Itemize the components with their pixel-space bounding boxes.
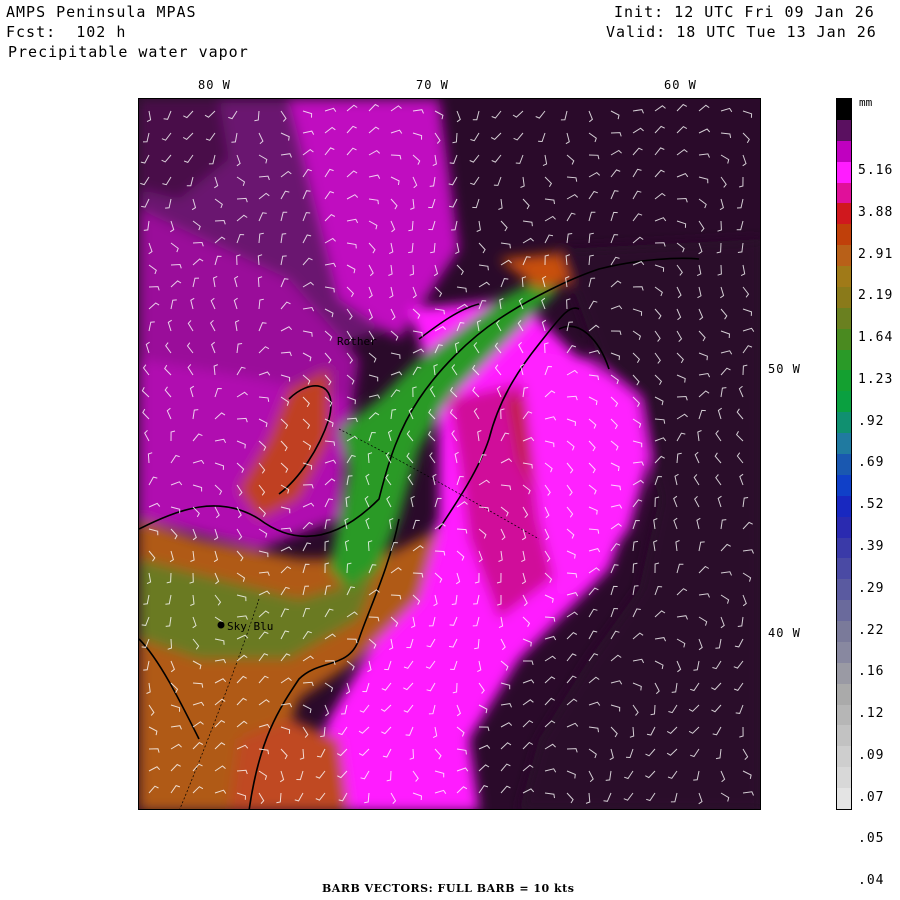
legend-swatch	[837, 788, 851, 810]
legend-label: 3.88	[858, 204, 894, 220]
legend-label: .09	[858, 747, 885, 763]
lon-label-60w: 60 W	[664, 78, 697, 92]
legend-label: .29	[858, 580, 885, 596]
legend-swatch	[837, 224, 851, 246]
legend-label: 2.19	[858, 288, 894, 304]
legend-label: 1.23	[858, 371, 894, 387]
map-canvas: Rother Sky Blu	[139, 99, 760, 809]
legend-swatch	[837, 558, 851, 580]
legend-swatch	[837, 600, 851, 622]
legend-swatch	[837, 328, 851, 351]
legend-swatch	[837, 370, 851, 392]
lat-label-40w: 40 W	[768, 626, 801, 640]
barb-vector-note: BARB VECTORS: FULL BARB = 10 kts	[322, 882, 575, 895]
forecast-hour: Fcst: 102 h	[6, 23, 127, 41]
legend-swatch	[837, 579, 851, 601]
legend-label: .22	[858, 622, 885, 638]
legend-label: .16	[858, 664, 885, 680]
legend-swatch	[837, 662, 851, 685]
legend-swatch	[837, 266, 851, 288]
legend-label: .05	[858, 831, 885, 847]
legend-label: .39	[858, 538, 885, 554]
lon-label-80w: 80 W	[198, 78, 231, 92]
legend-swatch	[837, 683, 851, 706]
legend-label: 1.64	[858, 330, 894, 346]
legend-swatch	[837, 412, 851, 434]
legend-swatch	[837, 516, 851, 539]
legend-label: .92	[858, 413, 885, 429]
legend-swatch	[837, 245, 851, 267]
legend-swatch	[837, 119, 851, 142]
legend-swatch	[837, 349, 851, 371]
legend-swatch	[837, 286, 851, 309]
station-sky-blu-marker	[217, 621, 225, 629]
station-sky-blu-label: Sky Blu	[227, 620, 273, 633]
legend-swatch	[837, 99, 851, 121]
station-rother-label: Rother	[337, 335, 377, 348]
legend-swatch	[837, 641, 851, 664]
legend-label: .12	[858, 706, 885, 722]
legend-swatch	[837, 704, 851, 726]
legend-swatch	[837, 767, 851, 789]
lat-label-50w: 50 W	[768, 362, 801, 376]
legend-swatch	[837, 203, 851, 225]
legend-unit: mm	[859, 96, 873, 109]
legend-swatch	[837, 537, 851, 559]
station-rother[interactable]: Rother	[337, 335, 377, 348]
legend-label: .69	[858, 455, 885, 471]
field-name: Precipitable water vapor	[8, 43, 249, 61]
legend-label: .04	[858, 873, 885, 889]
legend-swatch	[837, 621, 851, 643]
legend-label: .07	[858, 789, 885, 805]
legend-swatch	[837, 433, 851, 455]
legend-swatch	[837, 391, 851, 413]
legend-swatch	[837, 474, 851, 497]
valid-time: Valid: 18 UTC Tue 13 Jan 26	[606, 23, 877, 41]
legend-swatch	[837, 495, 851, 518]
legend-swatch	[837, 307, 851, 330]
model-name: AMPS Peninsula MPAS	[6, 3, 197, 21]
legend-swatch	[837, 182, 851, 204]
legend-swatch	[837, 746, 851, 768]
color-legend	[836, 98, 852, 810]
legend-label: 2.91	[858, 246, 894, 262]
lon-label-70w: 70 W	[416, 78, 449, 92]
map-panel[interactable]: Rother Sky Blu	[138, 98, 761, 810]
legend-swatch	[837, 454, 851, 476]
legend-swatch	[837, 140, 851, 163]
legend-swatch	[837, 725, 851, 747]
legend-label: 5.16	[858, 163, 894, 179]
legend-swatch	[837, 161, 851, 184]
legend-label: .52	[858, 497, 885, 513]
init-time: Init: 12 UTC Fri 09 Jan 26	[614, 3, 875, 21]
